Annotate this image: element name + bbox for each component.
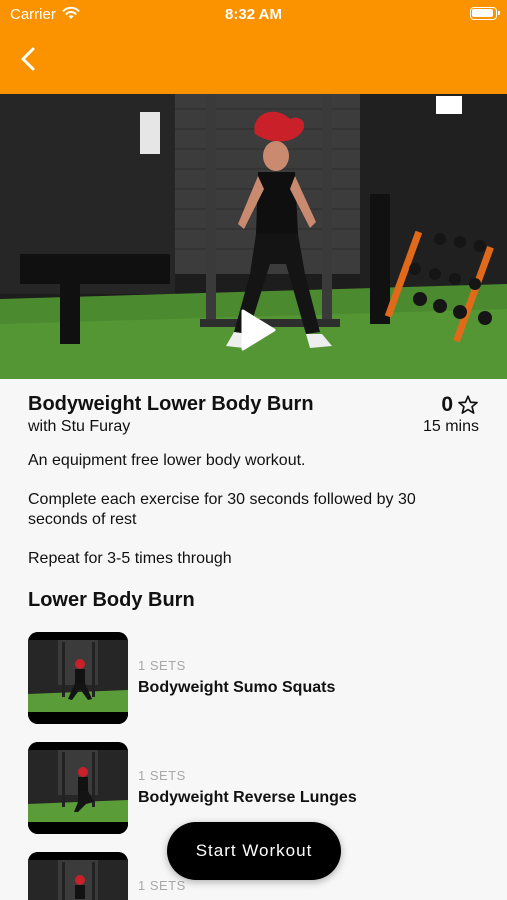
exercise-sets: 1 SETS (138, 768, 186, 783)
description-line: An equipment free lower body workout. (28, 452, 306, 469)
exercise-item[interactable]: 1 SETS Bodyweight Sumo Squats (28, 632, 478, 724)
rating-value: 0 (441, 393, 453, 416)
description-line: Complete each exercise for 30 seconds fo… (28, 491, 416, 528)
description-line: Repeat for 3-5 times through (28, 550, 232, 567)
exercise-item[interactable]: 1 SETS Bodyweight Reverse Lunges (28, 742, 478, 834)
exercise-sets: 1 SETS (138, 658, 186, 673)
status-bar: Carrier 8:32 AM (0, 0, 507, 28)
exercise-name: Bodyweight Sumo Squats (138, 679, 336, 696)
play-icon[interactable] (239, 308, 277, 352)
exercise-thumbnail (28, 852, 128, 900)
exercise-sets: 1 SETS (138, 878, 186, 893)
start-workout-button[interactable]: Start Workout (167, 822, 341, 880)
exercise-name: Bodyweight Reverse Lunges (138, 789, 357, 806)
back-button[interactable] (14, 44, 44, 74)
star-outline-icon (458, 395, 478, 414)
duration-label: 15 mins (422, 418, 479, 435)
section-title: Lower Body Burn (28, 589, 195, 611)
rating[interactable]: 0 (441, 393, 479, 417)
exercise-thumbnail (28, 632, 128, 724)
instructor-label: with Stu Furay (28, 418, 131, 435)
status-time: 8:32 AM (225, 6, 282, 23)
workout-title: Bodyweight Lower Body Burn (28, 393, 314, 415)
exercise-thumbnail (28, 742, 128, 834)
chevron-left-icon (21, 47, 35, 71)
header-bar: Carrier 8:32 AM (0, 0, 507, 94)
workout-video[interactable] (0, 94, 507, 379)
battery-icon (470, 7, 500, 20)
